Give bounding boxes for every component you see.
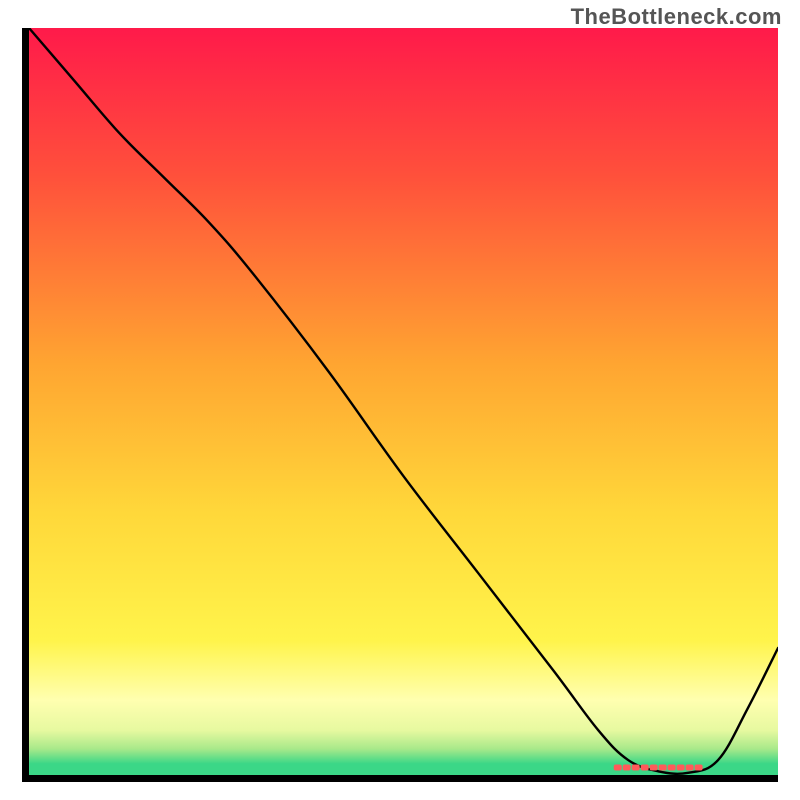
chart-svg — [22, 28, 778, 782]
x-axis — [22, 775, 778, 782]
watermark-text: TheBottleneck.com — [571, 4, 782, 30]
y-axis — [22, 28, 29, 782]
chart-plot-area — [22, 28, 778, 782]
gradient-background — [29, 28, 778, 775]
